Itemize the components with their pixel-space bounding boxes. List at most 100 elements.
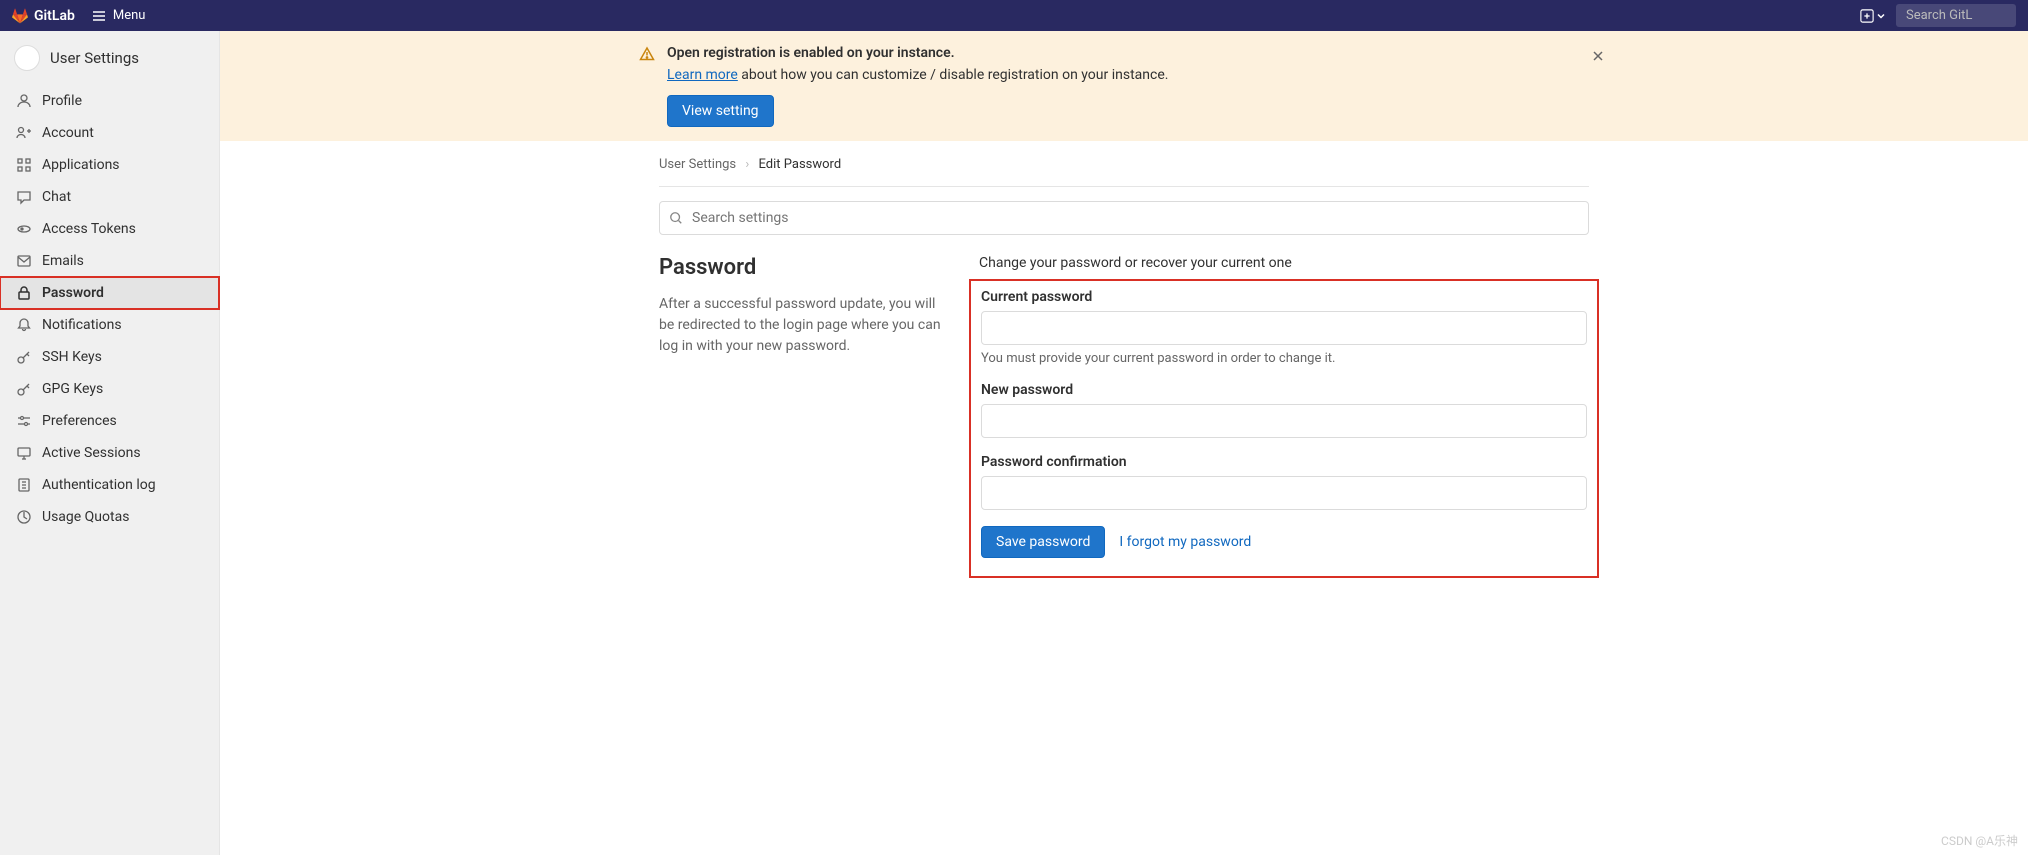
sidebar-item-label: SSH Keys bbox=[42, 349, 102, 365]
sidebar-item-label: Chat bbox=[42, 189, 71, 205]
sidebar-item-label: Usage Quotas bbox=[42, 509, 129, 525]
confirm-password-input[interactable] bbox=[981, 476, 1587, 510]
bell-icon bbox=[16, 317, 32, 333]
new-dropdown[interactable] bbox=[1860, 9, 1886, 23]
current-password-label: Current password bbox=[981, 289, 1587, 305]
sidebar-item-authentication-log[interactable]: Authentication log bbox=[0, 469, 219, 501]
current-password-group: Current password You must provide your c… bbox=[981, 289, 1587, 366]
main-inner: User Settings › Edit Password Password A… bbox=[639, 141, 1609, 576]
close-alert-button[interactable] bbox=[1587, 45, 1609, 67]
sidebar-item-ssh-keys[interactable]: SSH Keys bbox=[0, 341, 219, 373]
new-password-group: New password bbox=[981, 382, 1587, 438]
account-icon bbox=[16, 125, 32, 141]
sidebar-item-password[interactable]: Password bbox=[0, 277, 219, 309]
alert-banner: Open registration is enabled on your ins… bbox=[220, 31, 2028, 141]
sidebar-item-label: Notifications bbox=[42, 317, 122, 333]
alert-title: Open registration is enabled on your ins… bbox=[667, 45, 1609, 61]
topbar-right: Search GitL bbox=[1860, 4, 2016, 27]
section-left-desc: After a successful password update, you … bbox=[659, 294, 949, 357]
sidebar-item-label: Account bbox=[42, 125, 94, 141]
breadcrumb-separator: › bbox=[745, 157, 749, 172]
form-actions: Save password I forgot my password bbox=[981, 526, 1587, 558]
sidebar-item-active-sessions[interactable]: Active Sessions bbox=[0, 437, 219, 469]
avatar bbox=[14, 45, 40, 71]
search-settings-input[interactable] bbox=[659, 201, 1589, 235]
sidebar-item-label: Preferences bbox=[42, 413, 117, 429]
current-password-help: You must provide your current password i… bbox=[981, 351, 1587, 366]
breadcrumb-root[interactable]: User Settings bbox=[659, 157, 736, 172]
sidebar-item-label: Emails bbox=[42, 253, 84, 269]
plus-icon bbox=[1860, 9, 1874, 23]
sidebar-item-profile[interactable]: Profile bbox=[0, 85, 219, 117]
section-right-desc: Change your password or recover your cur… bbox=[979, 255, 1589, 271]
sidebar-item-access-tokens[interactable]: Access Tokens bbox=[0, 213, 219, 245]
email-icon bbox=[16, 253, 32, 269]
sidebar-item-label: GPG Keys bbox=[42, 381, 103, 397]
breadcrumb: User Settings › Edit Password bbox=[659, 157, 1589, 172]
brand-text: GitLab bbox=[34, 8, 75, 24]
key-icon bbox=[16, 349, 32, 365]
divider bbox=[659, 186, 1589, 187]
forgot-password-link[interactable]: I forgot my password bbox=[1119, 534, 1251, 550]
alert-description: Learn more about how you can customize /… bbox=[667, 67, 1609, 83]
new-password-input[interactable] bbox=[981, 404, 1587, 438]
current-password-input[interactable] bbox=[981, 311, 1587, 345]
key-icon bbox=[16, 381, 32, 397]
topbar-left: GitLab Menu bbox=[12, 8, 145, 24]
save-password-button[interactable]: Save password bbox=[981, 526, 1105, 558]
sidebar: User Settings Profile Account Applicatio… bbox=[0, 31, 220, 855]
search-settings bbox=[659, 201, 1589, 235]
profile-icon bbox=[16, 93, 32, 109]
monitor-icon bbox=[16, 445, 32, 461]
preferences-icon bbox=[16, 413, 32, 429]
section-heading: Password bbox=[659, 255, 949, 280]
gitlab-icon bbox=[12, 8, 28, 24]
sidebar-item-preferences[interactable]: Preferences bbox=[0, 405, 219, 437]
alert-desc-rest: about how you can customize / disable re… bbox=[738, 67, 1169, 83]
applications-icon bbox=[16, 157, 32, 173]
sidebar-item-label: Active Sessions bbox=[42, 445, 141, 461]
page-body: User Settings Profile Account Applicatio… bbox=[0, 31, 2028, 855]
password-form-highlight: Current password You must provide your c… bbox=[969, 279, 1599, 578]
sidebar-title: User Settings bbox=[50, 49, 139, 67]
breadcrumb-current: Edit Password bbox=[759, 157, 842, 172]
hamburger-icon bbox=[91, 8, 107, 24]
alert-content: Open registration is enabled on your ins… bbox=[667, 45, 1609, 127]
sidebar-item-gpg-keys[interactable]: GPG Keys bbox=[0, 373, 219, 405]
sidebar-item-label: Access Tokens bbox=[42, 221, 136, 237]
sidebar-item-chat[interactable]: Chat bbox=[0, 181, 219, 213]
quota-icon bbox=[16, 509, 32, 525]
menu-toggle[interactable]: Menu bbox=[91, 8, 146, 24]
learn-more-link[interactable]: Learn more bbox=[667, 67, 738, 83]
settings-right: Change your password or recover your cur… bbox=[979, 255, 1589, 560]
global-search[interactable]: Search GitL bbox=[1896, 4, 2016, 27]
sidebar-item-label: Authentication log bbox=[42, 477, 156, 493]
menu-label: Menu bbox=[113, 8, 146, 23]
sidebar-item-notifications[interactable]: Notifications bbox=[0, 309, 219, 341]
confirm-password-label: Password confirmation bbox=[981, 454, 1587, 470]
view-setting-button[interactable]: View setting bbox=[667, 95, 774, 127]
sidebar-item-account[interactable]: Account bbox=[0, 117, 219, 149]
token-icon bbox=[16, 221, 32, 237]
sidebar-item-label: Password bbox=[42, 285, 104, 301]
search-icon bbox=[669, 211, 683, 225]
sidebar-item-label: Profile bbox=[42, 93, 82, 109]
settings-left: Password After a successful password upd… bbox=[659, 255, 949, 560]
sidebar-header[interactable]: User Settings bbox=[0, 39, 219, 85]
sidebar-item-emails[interactable]: Emails bbox=[0, 245, 219, 277]
confirm-password-group: Password confirmation bbox=[981, 454, 1587, 510]
chat-icon bbox=[16, 189, 32, 205]
sidebar-item-applications[interactable]: Applications bbox=[0, 149, 219, 181]
lock-icon bbox=[16, 285, 32, 301]
watermark: CSDN @A乐神 bbox=[1941, 832, 2018, 849]
warning-icon bbox=[639, 46, 655, 127]
new-password-label: New password bbox=[981, 382, 1587, 398]
chevron-down-icon bbox=[1876, 11, 1886, 21]
content-area: Open registration is enabled on your ins… bbox=[220, 31, 2028, 855]
log-icon bbox=[16, 477, 32, 493]
sidebar-item-label: Applications bbox=[42, 157, 120, 173]
sidebar-item-usage-quotas[interactable]: Usage Quotas bbox=[0, 501, 219, 533]
gitlab-logo[interactable]: GitLab bbox=[12, 8, 75, 24]
topbar: GitLab Menu Search GitL bbox=[0, 0, 2028, 31]
password-settings-row: Password After a successful password upd… bbox=[659, 255, 1589, 560]
